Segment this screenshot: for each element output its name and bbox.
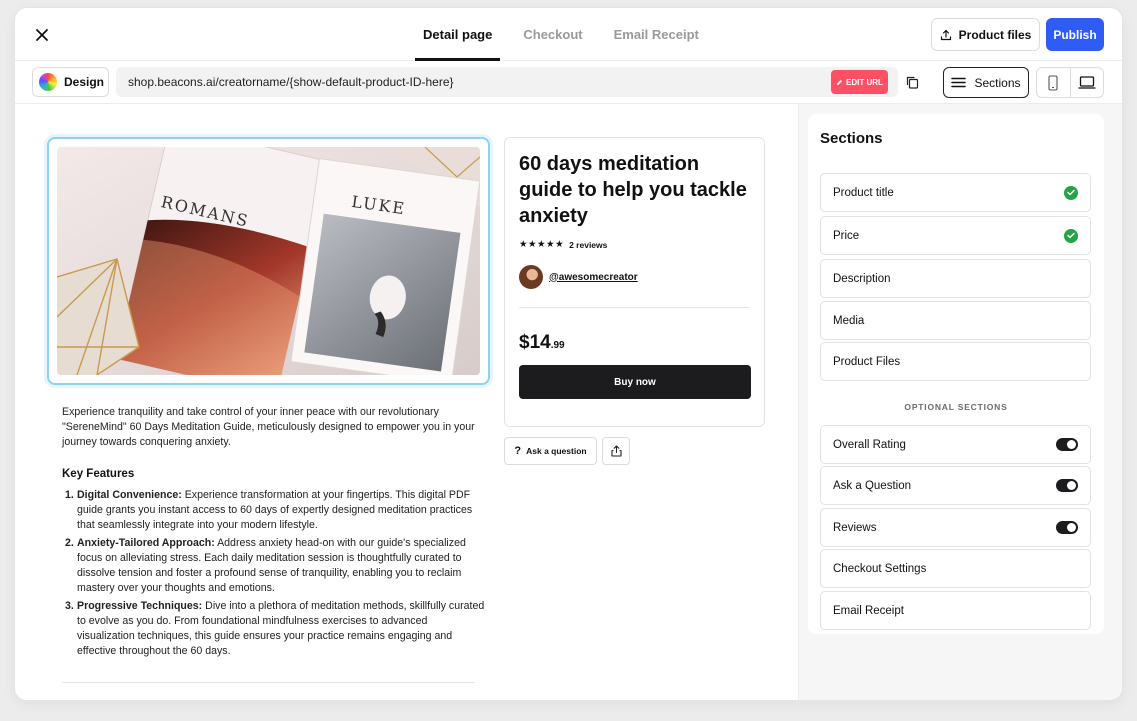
upload-icon bbox=[940, 29, 951, 40]
toggle-switch[interactable] bbox=[1056, 438, 1078, 451]
tab-detail-page[interactable]: Detail page bbox=[414, 8, 501, 61]
creator-link[interactable]: @awesomecreator bbox=[519, 265, 638, 289]
section-ask-a-question[interactable]: Ask a Question bbox=[820, 466, 1091, 505]
ask-question-label: Ask a question bbox=[526, 446, 587, 456]
question-icon: ? bbox=[514, 445, 522, 457]
section-reviews[interactable]: Reviews bbox=[820, 508, 1091, 547]
product-image: ROMANS LUKE bbox=[57, 147, 480, 375]
edit-url-label: EDIT URL bbox=[846, 77, 883, 87]
section-label: Price bbox=[833, 229, 860, 242]
copy-icon[interactable] bbox=[902, 72, 922, 92]
content-divider bbox=[62, 682, 475, 683]
sections-panel: Sections Product title Price Description… bbox=[808, 114, 1104, 634]
section-label: Media bbox=[833, 314, 865, 327]
section-label: Reviews bbox=[833, 521, 877, 534]
share-icon[interactable] bbox=[602, 437, 630, 465]
toggle-switch[interactable] bbox=[1056, 479, 1078, 492]
color-wheel-icon bbox=[39, 73, 57, 91]
sections-label: Sections bbox=[974, 75, 1021, 90]
tab-bar: Detail page Checkout Email Receipt bbox=[414, 8, 730, 61]
section-label: Overall Rating bbox=[833, 438, 906, 451]
review-count: 2 reviews bbox=[569, 239, 608, 250]
price-dollars: $14 bbox=[519, 332, 551, 353]
ask-question-button[interactable]: ? Ask a question bbox=[504, 437, 597, 465]
top-bar: Detail page Checkout Email Receipt Produ… bbox=[15, 8, 1122, 61]
features-list: 1. Digital Convenience: Experience transf… bbox=[65, 488, 487, 662]
section-product-title[interactable]: Product title bbox=[820, 173, 1091, 212]
edit-url-button[interactable]: EDIT URL bbox=[831, 70, 888, 94]
product-files-label: Product files bbox=[958, 27, 1032, 42]
product-card: 60 days meditation guide to help you tac… bbox=[504, 137, 765, 427]
toggle-switch[interactable] bbox=[1056, 521, 1078, 534]
product-files-button[interactable]: Product files bbox=[931, 18, 1040, 51]
star-rating-icon: ★★★★★ bbox=[519, 239, 565, 250]
section-label: Checkout Settings bbox=[833, 562, 927, 575]
url-field[interactable]: shop.beacons.ai/creatorname/{show-defaul… bbox=[116, 67, 898, 97]
overall-rating[interactable]: ★★★★★ 2 reviews bbox=[519, 239, 607, 250]
optional-sections-label: OPTIONAL SECTIONS bbox=[904, 402, 1008, 412]
check-icon bbox=[1064, 228, 1078, 243]
close-icon[interactable] bbox=[31, 24, 53, 46]
product-price: $14.99 bbox=[519, 332, 565, 354]
feature-item: 1. Digital Convenience: Experience transf… bbox=[65, 489, 473, 531]
product-description: Experience tranquility and take control … bbox=[62, 406, 475, 448]
price-cents: .99 bbox=[550, 340, 565, 351]
pencil-icon bbox=[836, 79, 843, 85]
section-label: Description bbox=[833, 272, 891, 285]
device-toggle bbox=[1036, 67, 1104, 98]
sections-panel-title: Sections bbox=[820, 130, 883, 147]
section-label: Ask a Question bbox=[833, 479, 911, 492]
tab-email-receipt[interactable]: Email Receipt bbox=[614, 8, 699, 61]
section-product-files[interactable]: Product Files bbox=[820, 342, 1091, 381]
product-preview: ROMANS LUKE Experience tranquility and t… bbox=[15, 104, 798, 700]
section-label: Product Files bbox=[833, 355, 901, 368]
feature-item: 3. Progressive Techniques: Dive into a pl… bbox=[65, 600, 485, 657]
section-checkout-settings[interactable]: Checkout Settings bbox=[820, 549, 1091, 588]
section-label: Product title bbox=[833, 186, 894, 199]
product-image-frame[interactable]: ROMANS LUKE bbox=[47, 137, 490, 385]
card-divider bbox=[519, 307, 750, 308]
publish-button[interactable]: Publish bbox=[1046, 18, 1104, 51]
section-media[interactable]: Media bbox=[820, 301, 1091, 340]
key-features-title: Key Features bbox=[62, 468, 135, 480]
check-icon bbox=[1064, 185, 1078, 200]
product-title: 60 days meditation guide to help you tac… bbox=[519, 153, 747, 227]
url-toolbar: Design shop.beacons.ai/creatorname/{show… bbox=[15, 61, 1122, 104]
buy-now-button[interactable]: Buy now bbox=[519, 365, 751, 399]
desktop-view-icon[interactable] bbox=[1069, 68, 1104, 97]
section-email-receipt[interactable]: Email Receipt bbox=[820, 591, 1091, 630]
sections-button[interactable]: Sections bbox=[943, 67, 1029, 98]
menu-icon bbox=[951, 77, 967, 88]
section-price[interactable]: Price bbox=[820, 216, 1091, 255]
feature-item: 2. Anxiety-Tailored Approach: Address anx… bbox=[65, 537, 466, 594]
creator-handle: @awesomecreator bbox=[549, 271, 638, 283]
section-description[interactable]: Description bbox=[820, 259, 1091, 298]
design-label: Design bbox=[64, 75, 105, 89]
tab-checkout[interactable]: Checkout bbox=[523, 8, 582, 61]
design-button[interactable]: Design bbox=[32, 67, 109, 97]
editor-window: Detail page Checkout Email Receipt Produ… bbox=[15, 8, 1122, 700]
section-overall-rating[interactable]: Overall Rating bbox=[820, 425, 1091, 464]
avatar bbox=[519, 265, 543, 289]
section-label: Email Receipt bbox=[833, 604, 904, 617]
mobile-view-icon[interactable] bbox=[1037, 68, 1070, 97]
